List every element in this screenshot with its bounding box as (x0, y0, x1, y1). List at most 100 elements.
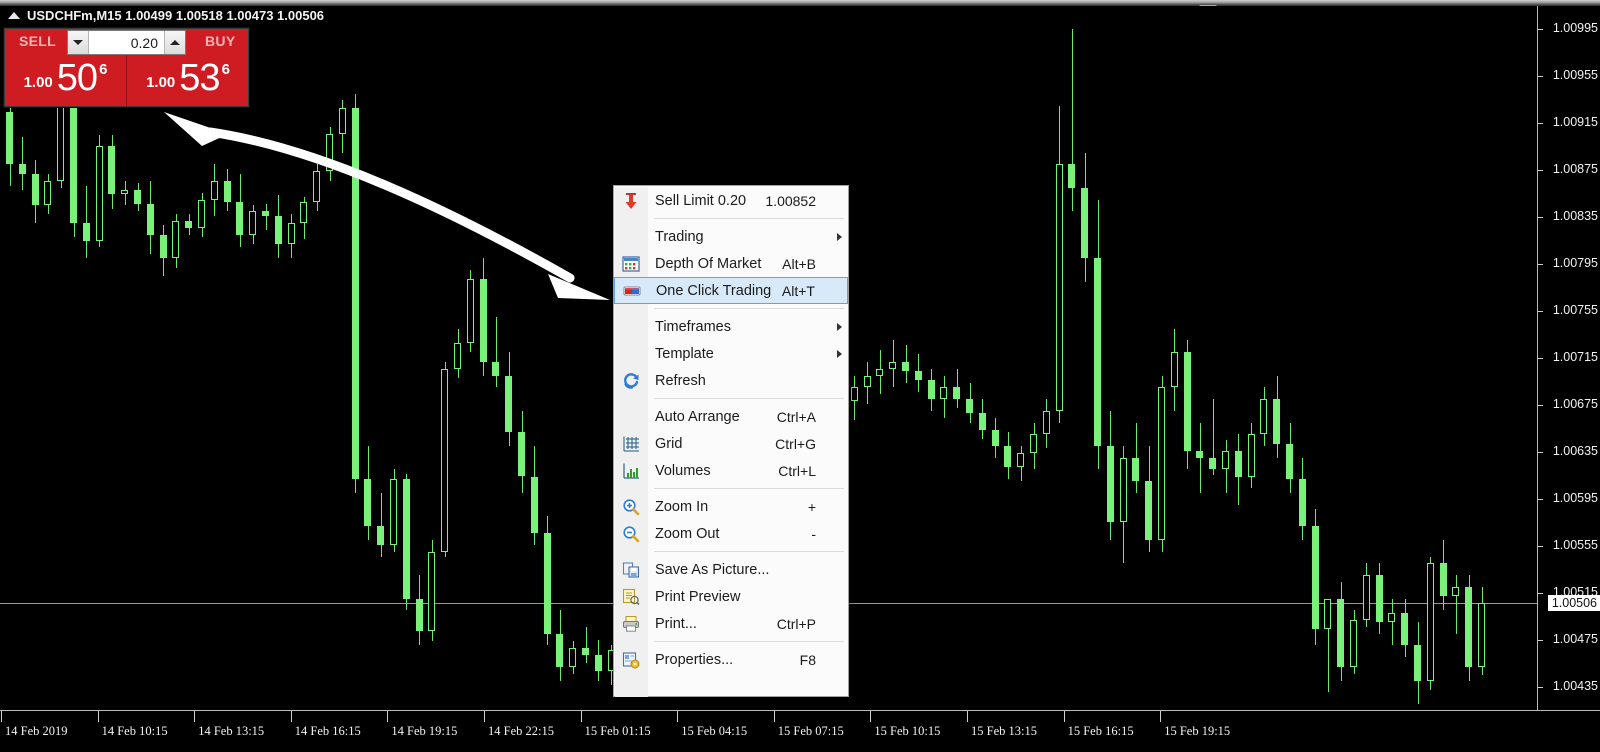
sell-price-main: 50 (57, 55, 97, 101)
price-tick (1538, 170, 1543, 171)
menu-item-print[interactable]: Print...Ctrl+P (614, 610, 848, 637)
price-axis[interactable]: 1.009951.009551.009151.008751.008351.007… (1537, 6, 1600, 710)
menu-item-shortcut: 1.00852 (765, 193, 828, 209)
menu-item-one-click-trading[interactable]: One Click TradingAlt+T (614, 277, 848, 304)
candle-body (108, 146, 115, 194)
candle-body (1132, 458, 1139, 481)
candle-body (1324, 599, 1331, 630)
menu-item-grid[interactable]: GridCtrl+G (614, 430, 848, 457)
candle-body (569, 648, 576, 667)
time-tick-label: 15 Feb 13:15 (971, 724, 1037, 739)
time-tick-label: 14 Feb 2019 (5, 724, 68, 739)
buy-button[interactable]: 1.00 53 6 (127, 55, 249, 107)
menu-item-label: Grid (648, 436, 775, 452)
menu-item-auto-arrange[interactable]: Auto ArrangeCtrl+A (614, 403, 848, 430)
menu-item-no-icon (614, 403, 648, 430)
menu-item-print-preview[interactable]: Print Preview (614, 583, 848, 610)
menu-item-sell-limit-0-20[interactable]: Sell Limit 0.201.00852 (614, 187, 848, 214)
candle-body (160, 235, 167, 258)
time-tick-label: 15 Feb 16:15 (1068, 724, 1134, 739)
candle-body (211, 181, 218, 200)
time-tick (870, 711, 871, 722)
time-tick (291, 711, 292, 722)
menu-item-label: Refresh (648, 373, 816, 389)
menu-item-depth-of-market[interactable]: Depth Of MarketAlt+B (614, 250, 848, 277)
price-tick-label: 1.00715 (1553, 351, 1598, 363)
candle-body (556, 634, 563, 667)
sell-price-fraction: 6 (99, 61, 107, 78)
candle-body (224, 181, 231, 202)
candle-body (275, 216, 282, 244)
price-tick (1538, 640, 1543, 641)
candle-body (889, 362, 896, 369)
one-click-trading-panel[interactable]: SELL 0.20 BUY 1.00 50 6 1.00 53 (4, 28, 249, 107)
buy-price-prefix: 1.00 (146, 74, 175, 91)
triangle-up-icon[interactable] (8, 12, 20, 19)
price-tick-label: 1.00635 (1553, 445, 1598, 457)
candle-body (326, 134, 333, 172)
chart-context-menu[interactable]: Sell Limit 0.201.00852 Trading Depth Of Ma… (613, 185, 849, 697)
menu-item-timeframes[interactable]: Timeframes (614, 313, 848, 340)
candle-wick (496, 317, 497, 387)
sell-label: SELL (19, 33, 56, 49)
menu-item-save-as-picture[interactable]: Save As Picture... (614, 556, 848, 583)
volume-decrement-button[interactable] (68, 31, 89, 54)
menu-item-refresh[interactable]: Refresh (614, 367, 848, 394)
volume-increment-button[interactable] (164, 31, 185, 54)
menu-item-no-icon (614, 313, 648, 340)
candle-body (249, 211, 256, 234)
time-tick-label: 15 Feb 01:15 (585, 724, 651, 739)
candle-body (582, 648, 589, 655)
menu-item-zoom-out[interactable]: Zoom Out- (614, 520, 848, 547)
time-tick (1, 711, 2, 722)
menu-separator (614, 547, 848, 556)
current-price-tag: 1.00506 (1548, 595, 1600, 611)
menu-item-label: Trading (648, 229, 816, 245)
price-tick-label: 1.00555 (1553, 539, 1598, 551)
candle-body (377, 526, 384, 545)
menu-item-properties[interactable]: Properties...F8 (614, 646, 848, 673)
time-tick-label: 14 Feb 13:15 (198, 724, 264, 739)
menu-item-template[interactable]: Template (614, 340, 848, 367)
buy-price-main: 53 (179, 55, 219, 101)
time-axis[interactable]: 14 Feb 201914 Feb 10:1514 Feb 13:1514 Fe… (0, 710, 1600, 752)
candle-body (1401, 613, 1408, 646)
candle-body (544, 533, 551, 634)
candle-body (416, 599, 423, 632)
time-tick (1064, 711, 1065, 722)
menu-item-label: Print... (648, 616, 777, 632)
time-tick (1160, 711, 1161, 722)
candle-body (57, 106, 64, 181)
price-tick (1538, 76, 1543, 77)
menu-item-shortcut: F8 (800, 652, 828, 668)
menu-item-zoom-in[interactable]: Zoom In+ (614, 493, 848, 520)
price-tick-label: 1.00875 (1553, 163, 1598, 175)
menu-item-no-icon (614, 223, 648, 250)
buy-price-fraction: 6 (222, 61, 230, 78)
candle-body (1440, 563, 1447, 596)
time-tick (677, 711, 678, 722)
volume-stepper[interactable]: 0.20 (67, 30, 186, 55)
menu-item-label: Timeframes (648, 319, 816, 335)
sell-button[interactable]: 1.00 50 6 (5, 55, 126, 107)
menu-item-no-icon (614, 340, 648, 367)
price-tick-label: 1.00755 (1553, 304, 1598, 316)
price-tick (1538, 358, 1543, 359)
candle-body (940, 387, 947, 399)
candle-body (1081, 188, 1088, 258)
time-tick (387, 711, 388, 722)
menu-item-trading[interactable]: Trading (614, 223, 848, 250)
candle-body (121, 190, 128, 194)
candle-body (1235, 451, 1242, 477)
buy-label: BUY (205, 33, 235, 49)
volume-input[interactable]: 0.20 (89, 31, 164, 54)
save-as-picture-icon (614, 556, 648, 583)
candle-body (288, 223, 295, 244)
candle-body (1158, 387, 1165, 540)
candle-body (1286, 444, 1293, 479)
submenu-arrow-icon (828, 233, 848, 241)
menu-item-label: Print Preview (648, 589, 816, 605)
menu-item-shortcut: Alt+T (782, 283, 827, 299)
menu-item-volumes[interactable]: VolumesCtrl+L (614, 457, 848, 484)
candle-body (1068, 164, 1075, 187)
